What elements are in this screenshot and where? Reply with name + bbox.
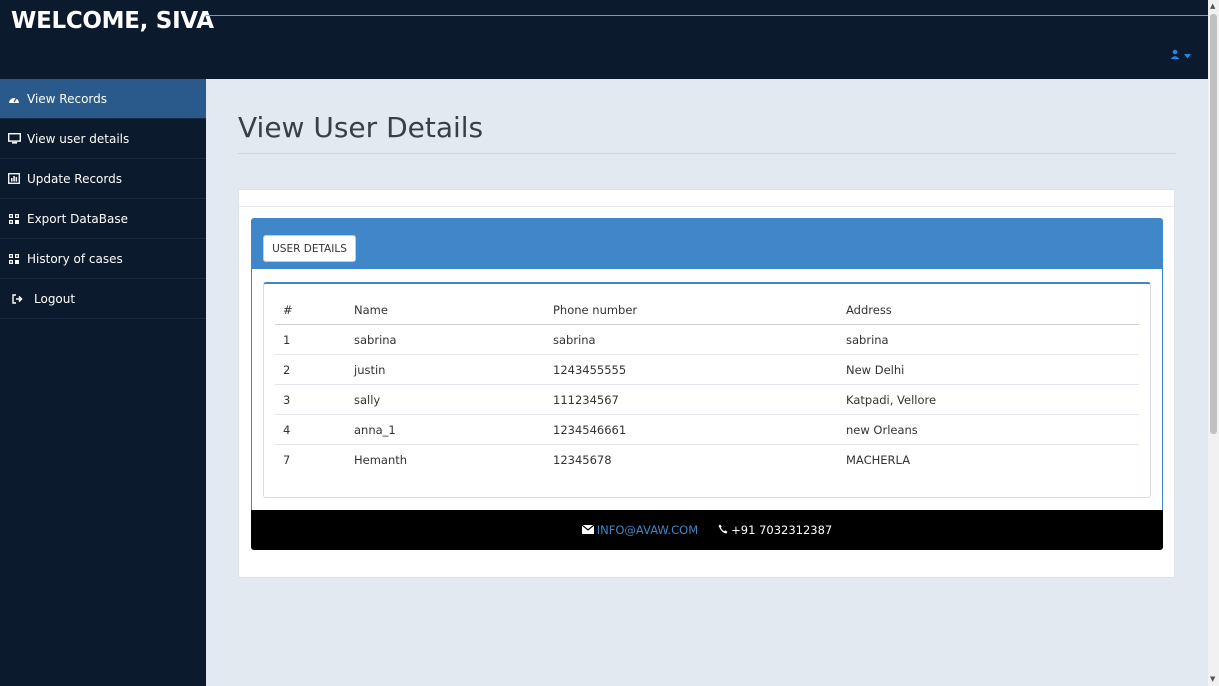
cell-phone: 1234546661: [545, 414, 838, 445]
grid-icon: [7, 253, 21, 264]
phone-icon: [718, 523, 728, 537]
sidebar-item-export-database[interactable]: Export DataBase: [0, 199, 206, 239]
cell-phone: sabrina: [545, 324, 838, 355]
caret-down-icon: [1184, 48, 1191, 62]
cell-address: new Orleans: [838, 414, 1139, 445]
sidebar-item-view-records[interactable]: View Records: [0, 79, 206, 119]
page-title: View User Details: [238, 111, 484, 144]
header-divider: [206, 15, 1208, 16]
cell-address: sabrina: [838, 324, 1139, 355]
phone-contact: +91 7032312387: [718, 523, 832, 537]
column-header-phone: Phone number: [545, 296, 838, 325]
panel-divider: [239, 206, 1174, 207]
sidebar-item-label: Export DataBase: [27, 211, 128, 226]
scrollbar-thumb[interactable]: [1210, 14, 1217, 434]
sidebar-item-update-records[interactable]: Update Records: [0, 159, 206, 199]
scroll-up-icon[interactable]: ▲: [1210, 2, 1215, 10]
column-header-address: Address: [838, 296, 1139, 325]
panel-footer: INFO@AVAW.COM +91 7032312387: [251, 510, 1163, 550]
cell-address: New Delhi: [838, 354, 1139, 385]
sidebar-item-view-user-details[interactable]: View user details: [0, 119, 206, 159]
cell-number: 3: [275, 384, 346, 415]
phone-text: +91 7032312387: [731, 523, 833, 537]
cell-number: 2: [275, 354, 346, 385]
cell-phone: 12345678: [553, 452, 612, 467]
email-text: INFO@AVAW.COM: [596, 523, 699, 537]
scroll-down-icon[interactable]: ▼: [1210, 675, 1215, 683]
table-row: 2 justin 1243455555 New Delhi: [275, 354, 1139, 385]
envelope-icon: [581, 523, 595, 537]
panel-header: [251, 218, 1163, 269]
user-details-button[interactable]: USER DETAILS: [263, 235, 356, 262]
grid-icon: [7, 213, 21, 224]
dashboard-icon: [7, 94, 21, 104]
bar-chart-icon: [7, 173, 21, 184]
table-header-row: # Name Phone number Address: [275, 296, 1139, 325]
cell-name: sally: [346, 384, 545, 415]
sidebar-item-history-of-cases[interactable]: History of cases: [0, 239, 206, 279]
sidebar-item-logout[interactable]: Logout: [0, 279, 206, 319]
cell-number: 4: [275, 414, 346, 445]
top-navbar: WELCOME, SIVA: [0, 0, 1208, 79]
sidebar-item-label: View Records: [27, 91, 108, 106]
user-menu-toggle[interactable]: [1170, 48, 1191, 62]
table-row: 3 sally 111234567 Katpadi, Vellore: [275, 384, 1139, 415]
column-header-number: #: [275, 296, 346, 325]
cell-address: Katpadi, Vellore: [838, 384, 1139, 415]
user-icon: [1170, 48, 1180, 62]
cell-name: justin: [346, 354, 545, 385]
cell-phone: 1243455555: [545, 354, 838, 385]
sidebar-item-label: History of cases: [27, 251, 123, 266]
user-details-table: # Name Phone number Address 1 sabrina sa…: [275, 296, 1139, 474]
cell-number: 1: [275, 324, 346, 355]
desktop-icon: [7, 133, 21, 144]
sidebar-item-label: Logout: [34, 291, 76, 306]
cell-name: anna_1: [346, 414, 545, 445]
welcome-title: WELCOME, SIVA: [11, 8, 214, 34]
table-row: 1 sabrina sabrina sabrina: [275, 324, 1139, 355]
sign-out-icon: [10, 293, 24, 304]
email-link[interactable]: INFO@AVAW.COM: [581, 523, 699, 537]
cell-address: MACHERLA: [846, 452, 911, 467]
sidebar: View Records View user details Update Re…: [0, 79, 206, 686]
table-row: 7 Hemanth 12345678 MACHERLA: [275, 445, 1139, 475]
table-row: 4 anna_1 1234546661 new Orleans: [275, 414, 1139, 445]
column-header-name: Name: [346, 296, 545, 325]
cell-name: sabrina: [346, 324, 545, 355]
cell-name: Hemanth: [354, 452, 408, 467]
title-divider: [238, 153, 1176, 154]
cell-number: 7: [283, 452, 291, 467]
sidebar-item-label: Update Records: [27, 171, 122, 186]
sidebar-item-label: View user details: [27, 131, 130, 146]
page-scrollbar[interactable]: ▲ ▼: [1208, 0, 1219, 686]
cell-phone: 111234567: [545, 384, 838, 415]
